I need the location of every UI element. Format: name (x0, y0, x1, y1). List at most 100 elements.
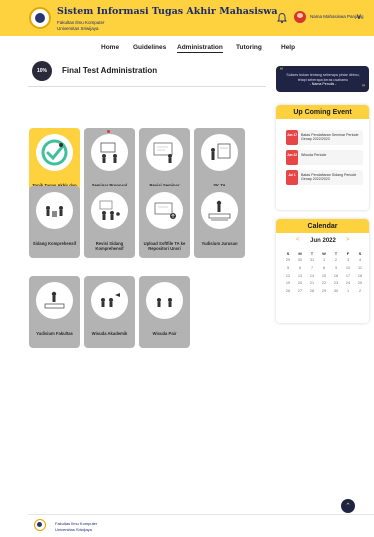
calendar-day[interactable]: 22 (318, 281, 330, 287)
calendar-day[interactable]: 24 (342, 281, 354, 287)
upload-icon (146, 192, 183, 229)
event-text: Wisuda Periode (301, 153, 327, 157)
weekday-label: T (334, 251, 338, 256)
nav-help[interactable]: Help (281, 44, 295, 51)
chevron-up-icon: ⌃ (345, 503, 351, 510)
tile-label: Yudisium Fakultas (36, 331, 73, 336)
calendar-day[interactable]: 6 (294, 266, 306, 272)
tile-label: Yudisium Jurusan (201, 241, 238, 246)
calendar-day[interactable]: 25 (354, 281, 366, 287)
calendar-day[interactable]: 31 (306, 258, 318, 264)
weekday-label: T (310, 251, 314, 256)
event-text: Batas Pendaftaran Seminar Periode Genap … (301, 133, 359, 142)
user-avatar[interactable] (294, 11, 306, 23)
nav-administration[interactable]: Administration (177, 44, 223, 53)
team-review-icon (91, 192, 128, 229)
calendar-day[interactable]: 23 (330, 281, 342, 287)
graduation-stage-icon (201, 192, 238, 229)
chevron-left-icon[interactable]: < (296, 237, 300, 243)
calendar-day[interactable]: 5 (282, 266, 294, 272)
calendar-day[interactable]: 21 (306, 281, 318, 287)
tile-sidang-komprehensif[interactable]: Sidang Komprehensif (29, 186, 80, 258)
calendar-day[interactable]: 20 (294, 281, 306, 287)
chevron-right-icon[interactable]: > (346, 237, 350, 243)
quote-close-icon: ” (362, 85, 365, 91)
calendar-day[interactable]: 29 (318, 289, 330, 295)
tile-label: Wisuda Pair (152, 331, 177, 336)
notification-dot (107, 130, 110, 133)
upcoming-events-card: Up Coming Event Jun 17 Batas Pendaftaran… (276, 105, 369, 210)
calendar-day[interactable]: 14 (306, 274, 318, 280)
tile-upload-softfile[interactable]: Upload Softfile TA ke Repositori Unsri (139, 186, 190, 258)
ceremony-icon (146, 282, 183, 319)
bell-icon[interactable] (276, 12, 288, 24)
calendar-day[interactable]: 4 (354, 258, 366, 264)
tile-label: Wisuda Akademik (91, 331, 128, 336)
calendar-day[interactable]: 15 (318, 274, 330, 280)
whiteboard-icon (146, 134, 183, 171)
weekday-label: M (298, 251, 302, 256)
top-header: Sistem Informasi Tugas Akhir Mahasiswa F… (0, 0, 374, 36)
events-title: Up Coming Event (276, 105, 369, 119)
scroll-top-button[interactable]: ⌃ (341, 499, 355, 513)
nav-guidelines[interactable]: Guidelines (133, 44, 166, 51)
quote-text: Sukses bukan tentang seberapa pintar dir… (286, 73, 360, 82)
tile-label: Revisi Sidang Komprehensif (95, 241, 124, 251)
tile-label: Sidang Komprehensif (32, 241, 77, 246)
calendar-grid: S M T W T F S 29 30 31 1 2 3 4 5 6 7 8 9… (282, 251, 366, 294)
footer-divider (28, 514, 374, 515)
podium-icon (36, 282, 73, 319)
calendar-day[interactable]: 28 (306, 289, 318, 295)
weekday-label: F (346, 251, 350, 256)
calendar-day[interactable]: 19 (282, 281, 294, 287)
calendar-day[interactable]: 30 (294, 258, 306, 264)
footer-logo (34, 519, 46, 531)
nav-tutoring[interactable]: Tutoring (236, 44, 262, 51)
calendar-day[interactable]: 3 (342, 258, 354, 264)
header-university: Universitas Sriwijaya (57, 26, 99, 31)
calendar-day[interactable]: 2 (330, 258, 342, 264)
footer-university: Universitas Sriwijaya (55, 527, 92, 532)
quote-author: - Nama Penulis - (309, 82, 337, 86)
quote-card: “ Sukses bukan tentang seberapa pintar d… (276, 66, 369, 92)
calendar-day[interactable]: 17 (342, 274, 354, 280)
calendar-day[interactable]: 18 (354, 274, 366, 280)
calendar-day[interactable]: 1 (318, 258, 330, 264)
event-item[interactable]: Jun 17 Batas Pendaftaran Seminar Periode… (286, 130, 363, 145)
calendar-day[interactable]: 13 (294, 274, 306, 280)
calendar-day[interactable]: 1 (342, 289, 354, 295)
calendar-day[interactable]: 9 (330, 266, 342, 272)
header-faculty: Fakultas Ilmu Komputer (57, 20, 105, 25)
calendar-day[interactable]: 7 (306, 266, 318, 272)
footer-faculty: Fakultas Ilmu Komputer (55, 521, 98, 526)
calendar-day[interactable]: 27 (294, 289, 306, 295)
university-logo[interactable] (29, 7, 51, 29)
calendar-month: Jun 2022 (310, 238, 336, 244)
tile-revisi-sidang-komprehensif[interactable]: Revisi Sidang Komprehensif (84, 186, 135, 258)
nav-home[interactable]: Home (101, 44, 119, 51)
event-item[interactable]: Jul 1 Batas Pendaftaran Sidang Periode G… (286, 170, 363, 185)
calendar-day[interactable]: 29 (282, 258, 294, 264)
calendar-title: Calendar (276, 219, 369, 233)
tile-label: Upload Softfile TA ke Repositori Unsri (143, 241, 186, 251)
calendar-day[interactable]: 11 (354, 266, 366, 272)
calendar-day[interactable]: 10 (342, 266, 354, 272)
calendar-day[interactable]: 8 (318, 266, 330, 272)
weekday-label: S (286, 251, 290, 256)
calendar-day[interactable]: 2 (354, 289, 366, 295)
event-text: Batas Pendaftaran Sidang Periode Genap 2… (301, 173, 357, 182)
chevron-down-icon[interactable]: ∨ (356, 12, 362, 21)
tile-wisuda-pair[interactable]: Wisuda Pair (139, 276, 190, 348)
calendar-day[interactable]: 26 (282, 289, 294, 295)
tile-yudisium-fakultas[interactable]: Yudisium Fakultas (29, 276, 80, 348)
presentation-icon (91, 134, 128, 171)
tile-yudisium-jurusan[interactable]: Yudisium Jurusan (194, 186, 245, 258)
calendar-day[interactable]: 30 (330, 289, 342, 295)
event-item[interactable]: Jun 22 Wisuda Periode (286, 150, 363, 165)
progress-badge: 10% (32, 61, 52, 81)
graduation-icon (91, 282, 128, 319)
page-title: Final Test Administration (62, 66, 158, 75)
calendar-day[interactable]: 12 (282, 274, 294, 280)
tile-wisuda-akademik[interactable]: Wisuda Akademik (84, 276, 135, 348)
calendar-day[interactable]: 16 (330, 274, 342, 280)
